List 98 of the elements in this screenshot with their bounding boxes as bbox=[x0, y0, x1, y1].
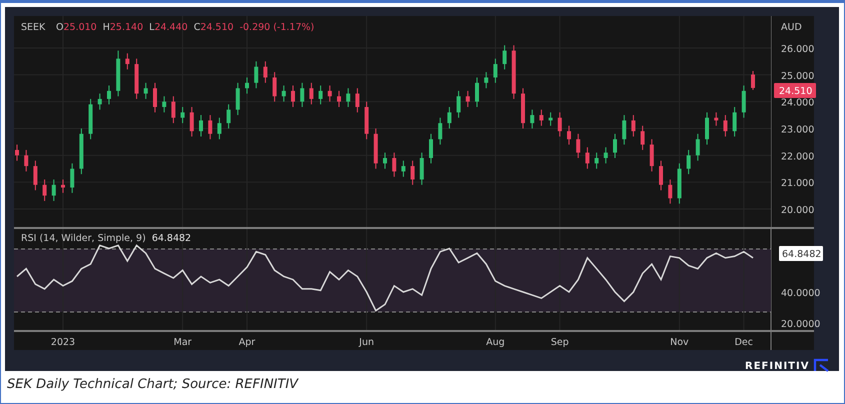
candlestick bbox=[208, 114, 212, 140]
candlestick bbox=[61, 178, 65, 194]
price-axis-label: 21.000 bbox=[781, 178, 814, 190]
candlestick bbox=[144, 82, 148, 100]
price-axis-label: 20.000 bbox=[781, 205, 814, 216]
date-axis-label: Jun bbox=[359, 337, 374, 348]
candlestick bbox=[604, 146, 608, 164]
candlestick bbox=[594, 152, 599, 170]
candlestick bbox=[309, 82, 314, 105]
candlestick bbox=[226, 104, 231, 129]
candlestick bbox=[723, 114, 728, 138]
price-axis-label: 25.000 bbox=[781, 70, 814, 82]
ohlc-readout: O25.010 H25.140 L24.440 C24.510 -0.290 (-1.17%) bbox=[56, 22, 314, 33]
last-price-tag: 24.510 bbox=[774, 83, 816, 98]
candlestick bbox=[475, 76, 479, 108]
price-axis-label: 24.000 bbox=[781, 98, 814, 109]
candlestick bbox=[659, 160, 663, 191]
candlestick bbox=[153, 82, 157, 113]
candlestick bbox=[33, 160, 38, 191]
candlestick bbox=[383, 152, 387, 170]
candlestick bbox=[217, 117, 222, 140]
candlestick bbox=[125, 52, 130, 70]
candlestick bbox=[15, 144, 19, 162]
price-axis-label: 26.000 bbox=[781, 44, 814, 55]
candlestick bbox=[337, 90, 341, 108]
candlestick bbox=[272, 72, 277, 102]
candlestick bbox=[668, 178, 672, 204]
candlestick bbox=[98, 93, 102, 110]
candlestick bbox=[622, 114, 626, 146]
rsi-axis-label: 40.0000 bbox=[781, 288, 820, 299]
date-axis-label: Sep bbox=[550, 337, 569, 348]
candlestick bbox=[447, 106, 452, 129]
candlestick bbox=[742, 85, 746, 118]
candlestick bbox=[420, 152, 424, 186]
candlestick bbox=[558, 112, 562, 138]
date-axis-label: Mar bbox=[174, 337, 192, 348]
date-axis-label: Apr bbox=[238, 337, 256, 348]
candlestick bbox=[24, 149, 28, 172]
date-axis-label: Nov bbox=[670, 337, 689, 348]
candlestick bbox=[70, 162, 74, 194]
candlestick bbox=[530, 109, 534, 129]
candlestick bbox=[548, 112, 553, 126]
brand-name: REFINITIV bbox=[745, 361, 810, 372]
candlestick bbox=[392, 152, 396, 178]
candlestick bbox=[180, 106, 185, 124]
rsi-indicator-label: RSI (14, Wilder, Simple, 9) 64.8482 bbox=[21, 233, 192, 244]
candlestick bbox=[291, 85, 295, 108]
candlestick bbox=[42, 178, 47, 202]
candlestick bbox=[493, 58, 498, 84]
symbol-name: SEEK bbox=[21, 22, 46, 33]
candlestick bbox=[466, 90, 470, 108]
candlestick bbox=[456, 90, 461, 118]
candlestick bbox=[52, 178, 56, 202]
candlestick bbox=[631, 114, 636, 138]
candlestick bbox=[686, 149, 691, 175]
candlestick bbox=[650, 138, 654, 172]
candlestick bbox=[714, 112, 718, 126]
chart-caption: SEK Daily Technical Chart; Source: REFINITIV bbox=[6, 376, 300, 394]
candlestick bbox=[429, 133, 433, 164]
candlestick bbox=[438, 117, 442, 146]
candlestick bbox=[300, 82, 304, 108]
candlestick bbox=[502, 44, 507, 70]
candlestick bbox=[732, 106, 737, 138]
rsi-axis-label: 20.0000 bbox=[781, 319, 820, 330]
candlestick bbox=[282, 85, 286, 102]
rsi-value-tag: 64.8482 bbox=[779, 246, 823, 261]
candlestick bbox=[199, 114, 203, 138]
logo-icon bbox=[814, 358, 830, 372]
candlestick bbox=[705, 112, 709, 146]
candlestick bbox=[107, 85, 111, 105]
candlestick bbox=[171, 96, 176, 124]
candlestick bbox=[236, 82, 240, 116]
candlestick bbox=[613, 133, 617, 159]
candlestick bbox=[696, 133, 700, 162]
date-axis-label: 2023 bbox=[50, 337, 76, 348]
price-axis-label: 22.000 bbox=[781, 151, 814, 162]
candlestick bbox=[263, 60, 268, 84]
candlestick bbox=[328, 85, 332, 102]
candlestick bbox=[640, 125, 645, 150]
date-axis-label: Aug bbox=[486, 337, 505, 348]
candlestick bbox=[254, 60, 258, 89]
candlestick bbox=[585, 146, 590, 170]
candlestick bbox=[576, 133, 580, 159]
date-axis-label: Dec bbox=[734, 337, 753, 348]
candlestick bbox=[567, 125, 571, 146]
candlestick bbox=[539, 109, 544, 126]
candlestick bbox=[410, 160, 415, 186]
candlestick bbox=[245, 76, 249, 94]
candlestick bbox=[484, 72, 488, 89]
candlestick bbox=[751, 70, 755, 90]
currency-label: AUD bbox=[781, 22, 802, 33]
price-axis-label: 23.000 bbox=[781, 124, 814, 136]
candlestick bbox=[346, 88, 350, 108]
candlestick bbox=[401, 160, 406, 178]
candlestick bbox=[355, 88, 360, 113]
candlestick bbox=[190, 106, 194, 138]
candlestick bbox=[162, 96, 166, 113]
candlestick bbox=[318, 85, 323, 105]
